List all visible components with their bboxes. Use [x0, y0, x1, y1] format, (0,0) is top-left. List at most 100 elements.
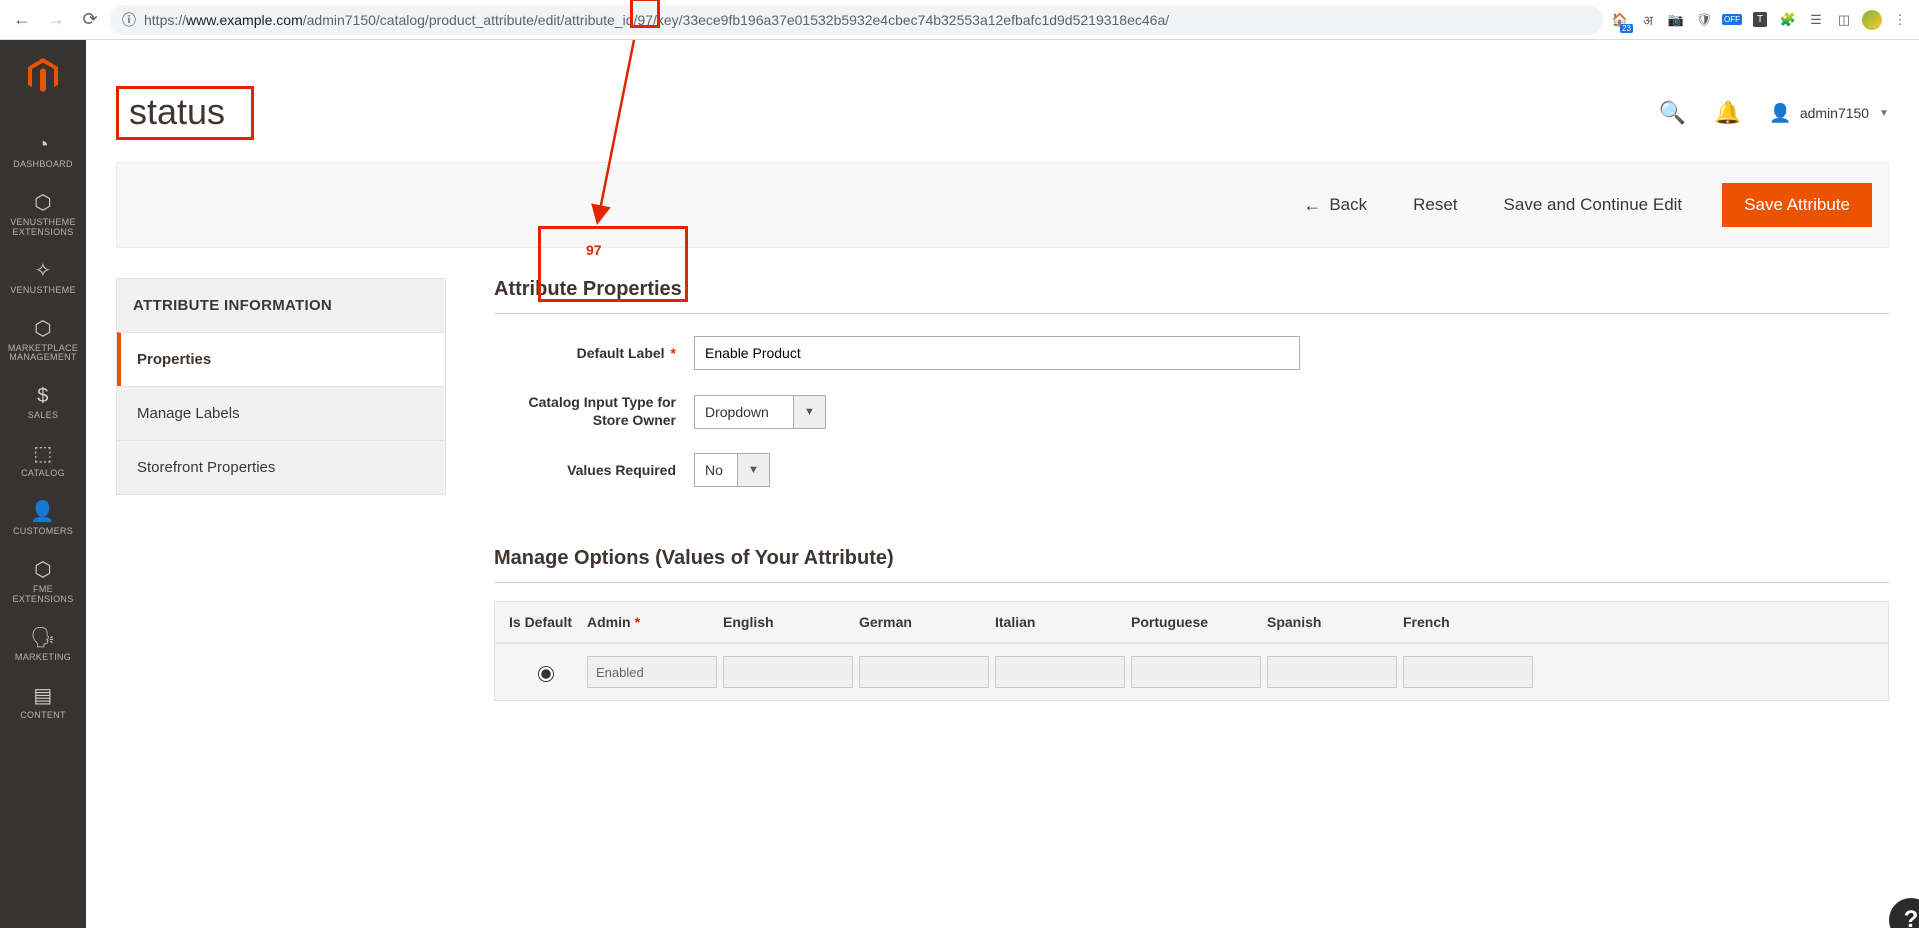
ext-icon-off[interactable]: OFF: [1721, 9, 1743, 31]
nav-label: MARKETPLACE MANAGEMENT: [8, 343, 78, 363]
section-heading-options: Manage Options (Values of Your Attribute…: [494, 547, 1889, 583]
box-icon: ⬚: [2, 443, 84, 465]
label-values-required: Values Required: [494, 462, 694, 479]
col-english: English: [723, 614, 853, 630]
tabs-title: ATTRIBUTE INFORMATION: [117, 279, 445, 332]
opt-admin-input[interactable]: [587, 656, 717, 688]
select-values-required[interactable]: No ▼: [694, 453, 770, 487]
reset-button[interactable]: Reset: [1407, 194, 1463, 216]
nav-label: DASHBOARD: [13, 159, 73, 169]
magento-logo-icon[interactable]: [27, 58, 59, 102]
tab-properties[interactable]: Properties: [117, 332, 445, 386]
nav-venustheme[interactable]: ✧VENUSTHEME: [0, 250, 86, 308]
section-heading-properties: Attribute Properties: [494, 278, 1889, 314]
admin-sidebar: ◔DASHBOARD ⬡ VENUSTHEME EXTENSIONS ✧VENUS…: [0, 40, 86, 928]
arrow-left-icon: ←: [1303, 195, 1321, 216]
header-actions: 🔍 🔔 👤 admin7150 ▼: [1659, 100, 1889, 126]
save-continue-label: Save and Continue Edit: [1504, 195, 1683, 215]
back-label: Back: [1329, 195, 1367, 215]
options-table: Is Default Admin* English German Italian…: [494, 601, 1889, 701]
col-spanish: Spanish: [1267, 614, 1397, 630]
main-content: 97 status 🔍 🔔 👤 admin7150 ▼ ← Back: [86, 40, 1919, 928]
input-default-label[interactable]: [694, 336, 1300, 370]
user-menu[interactable]: 👤 admin7150 ▼: [1769, 103, 1889, 124]
opt-italian-input[interactable]: [995, 656, 1125, 688]
select-input-type-value: Dropdown: [694, 395, 794, 429]
nav-sales[interactable]: $SALES: [0, 375, 86, 433]
profile-avatar[interactable]: [1861, 9, 1883, 31]
options-table-header: Is Default Admin* English German Italian…: [495, 602, 1888, 643]
nav-label: CUSTOMERS: [13, 526, 73, 536]
chevron-down-icon: ▼: [1879, 108, 1889, 119]
browser-toolbar: ← → ⟳ ⓘ https://www.example.com/admin715…: [0, 0, 1919, 40]
opt-german-input[interactable]: [859, 656, 989, 688]
hexagon-icon: ⬡: [2, 559, 84, 581]
label-default-label: Default Label*: [494, 345, 694, 362]
nav-customers[interactable]: 👤 CUSTOMERS: [0, 491, 86, 549]
sparkle-icon: ✧: [2, 260, 84, 282]
is-default-radio[interactable]: [538, 666, 554, 682]
ext-icon-1[interactable]: 🏠23: [1609, 9, 1631, 31]
megaphone-icon: 🗣: [2, 627, 84, 649]
opt-portuguese-input[interactable]: [1131, 656, 1261, 688]
col-french: French: [1403, 614, 1533, 630]
options-table-row: [495, 643, 1888, 700]
chevron-down-icon[interactable]: ▼: [738, 453, 770, 487]
back-button[interactable]: ← Back: [1297, 194, 1373, 217]
nav-forward-button[interactable]: →: [42, 6, 70, 34]
actions-bar: ← Back Reset Save and Continue Edit Save…: [116, 162, 1889, 248]
ext-icon-t[interactable]: T: [1749, 9, 1771, 31]
nav-reload-button[interactable]: ⟳: [76, 6, 104, 34]
reset-label: Reset: [1413, 195, 1457, 215]
reading-list-icon[interactable]: ☰: [1805, 9, 1827, 31]
nav-marketplace[interactable]: ⬡ MARKETPLACE MANAGEMENT: [0, 308, 86, 376]
user-icon: 👤: [1769, 103, 1791, 124]
tab-manage-labels[interactable]: Manage Labels: [117, 386, 445, 440]
col-is-default: Is Default: [509, 614, 581, 630]
nav-label: MARKETING: [15, 652, 71, 662]
select-values-required-value: No: [694, 453, 738, 487]
notifications-icon[interactable]: 🔔: [1714, 100, 1741, 126]
search-icon[interactable]: 🔍: [1659, 100, 1686, 126]
nav-back-button[interactable]: ←: [8, 6, 36, 34]
nav-venustheme-ext[interactable]: ⬡ VENUSTHEME EXTENSIONS: [0, 182, 86, 250]
nav-dashboard[interactable]: ◔DASHBOARD: [0, 124, 86, 182]
layout-icon: ▤: [2, 685, 84, 707]
hexagon-icon: ⬡: [2, 192, 84, 214]
opt-french-input[interactable]: [1403, 656, 1533, 688]
ext-icon-translate[interactable]: अ: [1637, 9, 1659, 31]
form-panel: Attribute Properties Default Label* Cata…: [494, 278, 1889, 701]
nav-content[interactable]: ▤ CONTENT: [0, 675, 86, 733]
extensions-button[interactable]: 🧩: [1777, 9, 1799, 31]
nav-catalog[interactable]: ⬚ CATALOG: [0, 433, 86, 491]
ext-icon-shield[interactable]: 🛡: [1693, 9, 1715, 31]
page-title: status: [116, 86, 254, 140]
select-input-type[interactable]: Dropdown ▼: [694, 395, 826, 429]
nav-fme-ext[interactable]: ⬡ FME EXTENSIONS: [0, 549, 86, 617]
label-input-type: Catalog Input Type for Store Owner: [494, 394, 694, 429]
site-info-icon[interactable]: ⓘ: [122, 10, 136, 30]
person-icon: 👤: [2, 501, 84, 523]
user-name: admin7150: [1800, 105, 1869, 121]
chrome-menu-button[interactable]: ⋮: [1889, 9, 1911, 31]
url-text: https://www.example.com/admin7150/catalo…: [144, 12, 1591, 28]
col-italian: Italian: [995, 614, 1125, 630]
save-attribute-label: Save Attribute: [1744, 195, 1850, 214]
url-bar[interactable]: ⓘ https://www.example.com/admin7150/cata…: [110, 5, 1603, 35]
hexagon-icon: ⬡: [2, 318, 84, 340]
save-continue-button[interactable]: Save and Continue Edit: [1498, 194, 1689, 216]
save-attribute-button[interactable]: Save Attribute: [1722, 183, 1872, 227]
side-panel-icon[interactable]: ◫: [1833, 9, 1855, 31]
attribute-tabs: ATTRIBUTE INFORMATION Properties Manage …: [116, 278, 446, 495]
nav-label: CONTENT: [20, 710, 66, 720]
opt-english-input[interactable]: [723, 656, 853, 688]
chevron-down-icon[interactable]: ▼: [794, 395, 826, 429]
nav-label: FME EXTENSIONS: [12, 584, 73, 604]
ext-icon-camera[interactable]: 📷: [1665, 9, 1687, 31]
opt-spanish-input[interactable]: [1267, 656, 1397, 688]
tab-storefront-properties[interactable]: Storefront Properties: [117, 440, 445, 494]
nav-marketing[interactable]: 🗣 MARKETING: [0, 617, 86, 675]
nav-label: VENUSTHEME EXTENSIONS: [10, 217, 76, 237]
nav-label: CATALOG: [21, 468, 65, 478]
help-bubble[interactable]: ?: [1889, 898, 1919, 928]
